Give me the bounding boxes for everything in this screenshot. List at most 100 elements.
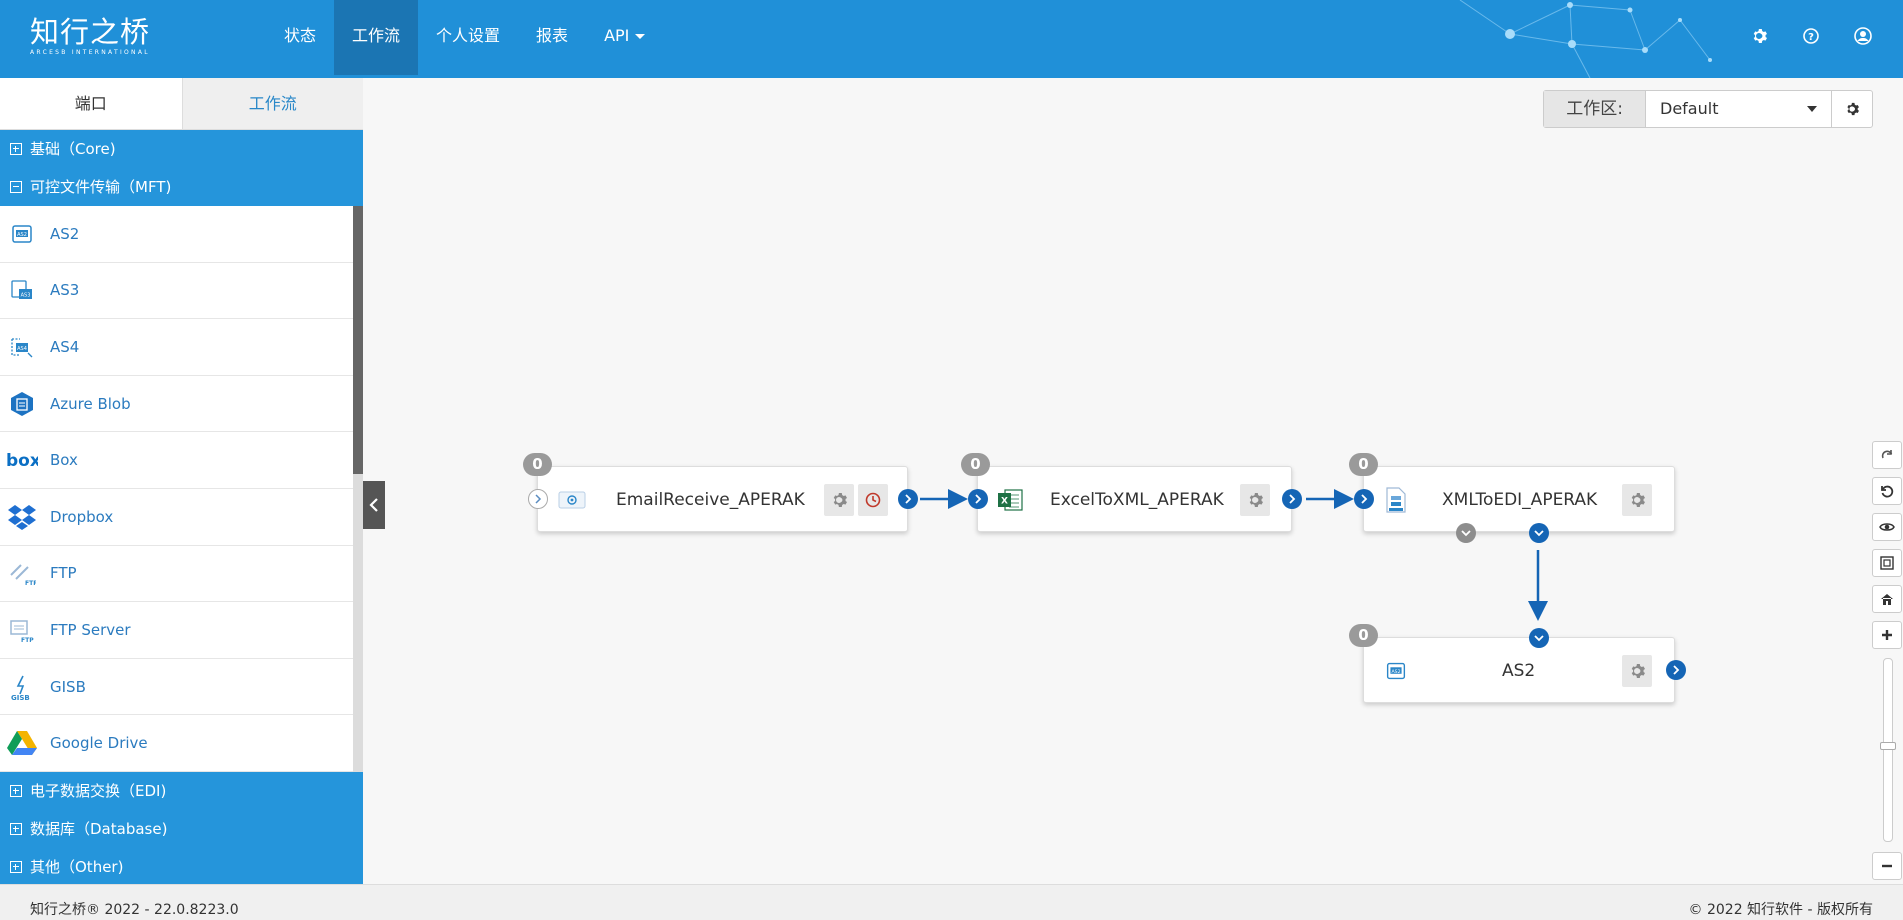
refresh-button[interactable] — [1872, 441, 1902, 469]
preview-button[interactable] — [1872, 513, 1902, 541]
scrollbar-thumb[interactable] — [353, 206, 363, 474]
category-label: 基础（Core) — [30, 140, 116, 158]
workflow-node-xml-to-edi[interactable]: XMLToEDI_APERAK — [1354, 466, 1675, 543]
list-item-label: AS2 — [50, 224, 80, 243]
user-icon[interactable] — [1853, 26, 1873, 46]
workspace-selector: 工作区: Default — [1543, 90, 1873, 128]
workspace-settings-button[interactable] — [1832, 91, 1872, 127]
nav-profile-settings[interactable]: 个人设置 — [418, 0, 518, 75]
input-port[interactable] — [968, 489, 988, 509]
email-icon — [558, 486, 586, 514]
output-port[interactable] — [898, 489, 918, 509]
minus-icon — [1882, 864, 1892, 868]
expand-icon — [10, 785, 22, 797]
category-label: 电子数据交换（EDI) — [30, 782, 167, 800]
undo-button[interactable] — [1872, 477, 1902, 505]
home-icon — [1881, 594, 1893, 605]
node-settings-button[interactable] — [824, 484, 854, 516]
node-settings-button[interactable] — [1622, 655, 1652, 687]
svg-text:FTP: FTP — [25, 580, 36, 587]
gear-icon[interactable] — [1749, 26, 1769, 46]
as2-icon: AS2 — [1382, 657, 1410, 685]
svg-text:AS4: AS4 — [17, 346, 27, 352]
expand-icon — [10, 823, 22, 835]
list-item-ftp-server[interactable]: FTP FTP Server — [0, 602, 353, 659]
input-port[interactable] — [528, 489, 548, 509]
nav-status[interactable]: 状态 — [266, 0, 334, 75]
node-settings-button[interactable] — [1240, 484, 1270, 516]
help-icon[interactable]: ? — [1801, 26, 1821, 46]
expand-icon — [10, 861, 22, 873]
output-port[interactable] — [1529, 523, 1549, 543]
list-item-label: Azure Blob — [50, 394, 131, 413]
zoom-out-button[interactable] — [1872, 852, 1902, 880]
list-item-label: GISB — [50, 677, 86, 696]
node-settings-button[interactable] — [1622, 484, 1652, 516]
node-title: EmailReceive_APERAK — [616, 490, 805, 510]
svg-text:AS2: AS2 — [17, 232, 27, 238]
list-item-label: AS3 — [50, 281, 80, 300]
category-edi[interactable]: 电子数据交换（EDI) — [0, 772, 363, 810]
svg-text:box: box — [6, 451, 38, 470]
app-logo[interactable]: 知行之桥 ARCESB INTERNATIONAL — [30, 16, 150, 56]
category-mft[interactable]: 可控文件传输（MFT) — [0, 168, 363, 206]
list-item-ftp[interactable]: FTP FTP — [0, 546, 353, 603]
fit-screen-icon — [1880, 556, 1894, 570]
category-database[interactable]: 数据库（Database) — [0, 810, 363, 848]
workflow-node-excel-to-xml[interactable]: X ExcelToXML_APERAK — [968, 466, 1302, 532]
list-item-as2[interactable]: AS2 AS2 — [0, 206, 353, 263]
category-core[interactable]: 基础（Core) — [0, 130, 363, 168]
zoom-slider-handle[interactable] — [1880, 742, 1896, 750]
tab-workflows[interactable]: 工作流 — [181, 78, 363, 129]
expand-icon — [10, 143, 22, 155]
secondary-output-port[interactable] — [1456, 523, 1476, 543]
workspace-dropdown[interactable]: Default — [1646, 91, 1832, 127]
connector-panel: 端口 工作流 基础（Core) 可控文件传输（MFT) AS2 AS2 AS3 … — [0, 78, 363, 886]
scrollbar[interactable] — [353, 206, 363, 772]
workflow-node-email-receive[interactable]: EmailReceive_APERAK — [528, 466, 918, 532]
dropbox-icon — [6, 501, 38, 533]
plus-icon — [1882, 630, 1892, 640]
home-button[interactable] — [1872, 585, 1902, 613]
workflow-canvas[interactable]: 工作区: Default EmailReceive_APERAK 0 X Exc… — [363, 78, 1903, 884]
nav-workflow[interactable]: 工作流 — [334, 0, 419, 75]
category-label: 可控文件传输（MFT) — [30, 178, 172, 196]
zoom-slider[interactable] — [1880, 658, 1896, 842]
copyright-text: © 2022 知行软件 - 版权所有 — [1688, 902, 1873, 918]
list-item-google-drive[interactable]: Google Drive — [0, 715, 353, 772]
input-port[interactable] — [1354, 489, 1374, 509]
list-item-label: Google Drive — [50, 734, 148, 753]
list-item-label: AS4 — [50, 337, 80, 356]
nav-reports[interactable]: 报表 — [518, 0, 586, 75]
chevron-down-icon — [635, 34, 646, 39]
svg-text:GISB: GISB — [11, 694, 30, 701]
fit-view-button[interactable] — [1872, 549, 1902, 577]
workflow-node-as2[interactable]: AS2 AS2 — [1363, 628, 1686, 703]
output-port[interactable] — [1666, 660, 1686, 680]
list-item-as4[interactable]: AS4 AS4 — [0, 319, 353, 376]
svg-text:AS2: AS2 — [1391, 669, 1400, 675]
gisb-icon: GISB — [6, 671, 38, 703]
list-item-label: Box — [50, 451, 78, 470]
list-item-azure-blob[interactable]: Azure Blob — [0, 376, 353, 433]
node-schedule-button[interactable] — [858, 484, 888, 516]
as3-icon: AS3 — [6, 274, 38, 306]
output-port[interactable] — [1282, 489, 1302, 509]
svg-text:X: X — [1001, 497, 1008, 507]
tab-ports[interactable]: 端口 — [0, 78, 182, 129]
list-item-dropbox[interactable]: Dropbox — [0, 489, 353, 546]
zoom-in-button[interactable] — [1872, 621, 1902, 649]
gear-icon — [1249, 493, 1263, 507]
category-label: 其他（Other) — [30, 858, 124, 876]
list-item-as3[interactable]: AS3 AS3 — [0, 263, 353, 320]
excel-icon: X — [996, 486, 1024, 514]
category-other[interactable]: 其他（Other) — [0, 848, 363, 886]
workspace-label: 工作区: — [1544, 91, 1646, 127]
nav-api[interactable]: API — [586, 0, 663, 75]
panel-tabs: 端口 工作流 — [0, 78, 363, 130]
list-item-label: FTP Server — [50, 620, 131, 639]
svg-text:AS3: AS3 — [21, 293, 31, 299]
gear-icon — [1631, 664, 1645, 678]
list-item-box[interactable]: box Box — [0, 432, 353, 489]
list-item-gisb[interactable]: GISB GISB — [0, 659, 353, 716]
